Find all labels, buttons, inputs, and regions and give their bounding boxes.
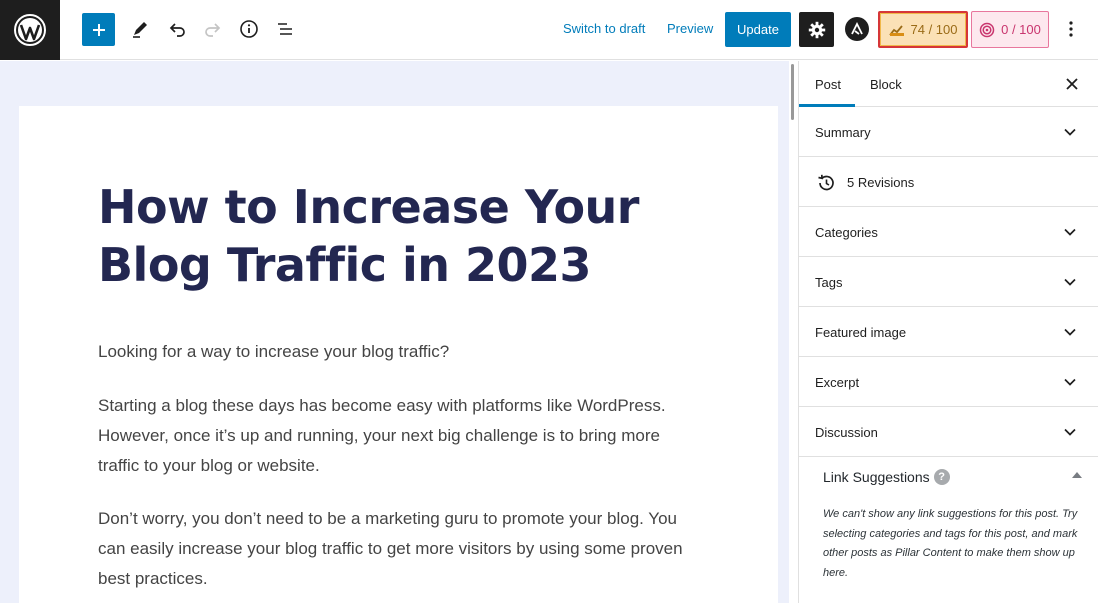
panel-featured-image[interactable]: Featured image — [799, 307, 1098, 357]
chevron-down-icon — [1064, 378, 1076, 386]
seo-chart-icon — [888, 24, 904, 36]
link-suggestions-title: Link Suggestions — [823, 469, 930, 485]
editor-toolbar: Switch to draft Preview Update 74 / 100 … — [0, 0, 1098, 60]
list-view-icon — [278, 23, 292, 35]
tab-block[interactable]: Block — [870, 77, 902, 92]
link-suggestions-message: We can't show any link suggestions for t… — [823, 508, 1078, 579]
astra-settings-button[interactable] — [845, 17, 869, 41]
list-view-button[interactable] — [268, 12, 302, 46]
chevron-down-icon — [1064, 428, 1076, 436]
panel-label: Summary — [815, 125, 871, 140]
readability-score-button[interactable]: 0 / 100 — [971, 11, 1049, 48]
seo-score-value: 74 / 100 — [910, 22, 958, 37]
tools-pencil-button[interactable] — [123, 12, 157, 46]
panel-tags[interactable]: Tags — [799, 257, 1098, 307]
panel-discussion[interactable]: Discussion — [799, 407, 1098, 457]
chevron-down-icon — [1064, 328, 1076, 336]
update-button[interactable]: Update — [725, 12, 791, 47]
history-icon — [818, 174, 834, 191]
panel-label: Excerpt — [815, 375, 860, 390]
paragraph-block[interactable]: Don’t worry, you don’t need to be a mark… — [98, 504, 698, 594]
astra-icon — [851, 22, 863, 35]
more-options-button[interactable] — [1060, 14, 1082, 44]
settings-sidebar: Post Block Summary 5 Revisions Categorie… — [798, 61, 1098, 603]
panel-categories[interactable]: Categories — [799, 207, 1098, 257]
link-suggestions-header[interactable]: Link Suggestions ? — [823, 469, 950, 485]
close-sidebar-button[interactable] — [1061, 73, 1083, 95]
chevron-down-icon — [1064, 228, 1076, 236]
help-icon[interactable]: ? — [933, 469, 950, 485]
paragraph-block[interactable]: Looking for a way to increase your blog … — [98, 337, 698, 367]
chevron-down-icon — [1064, 128, 1076, 136]
readability-score-value: 0 / 100 — [1001, 22, 1041, 37]
undo-icon — [169, 23, 185, 37]
preview-button[interactable]: Preview — [667, 21, 713, 36]
plus-icon — [92, 23, 105, 36]
details-button[interactable] — [232, 12, 266, 46]
add-block-button[interactable] — [82, 13, 115, 46]
vertical-ellipsis-icon — [1069, 21, 1073, 37]
redo-button[interactable] — [196, 12, 230, 46]
tab-post[interactable]: Post — [815, 77, 841, 92]
panel-excerpt[interactable]: Excerpt — [799, 357, 1098, 407]
panel-revisions[interactable]: 5 Revisions — [799, 157, 1098, 207]
readability-target-icon — [979, 22, 995, 37]
panel-label: Tags — [815, 275, 843, 290]
revisions-label: 5 Revisions — [847, 175, 915, 190]
collapse-arrow-icon[interactable] — [1072, 472, 1082, 478]
sidebar-tabs: Post Block — [799, 61, 1098, 107]
seo-score-button[interactable]: 74 / 100 — [878, 11, 968, 48]
editor-scrollbar[interactable] — [791, 64, 794, 120]
chevron-down-icon — [1064, 278, 1076, 286]
panel-label: Featured image — [815, 325, 907, 340]
redo-icon — [205, 23, 221, 37]
paragraph-block[interactable]: Starting a blog these days has become ea… — [98, 391, 698, 481]
close-icon — [1066, 78, 1078, 90]
panel-label: Categories — [815, 225, 878, 240]
pencil-icon — [133, 22, 147, 38]
gear-icon — [808, 21, 825, 38]
info-icon — [240, 20, 258, 38]
switch-to-draft-button[interactable]: Switch to draft — [563, 21, 645, 36]
undo-button[interactable] — [160, 12, 194, 46]
wordpress-logo-icon[interactable] — [0, 0, 60, 60]
settings-button[interactable] — [799, 12, 834, 47]
post-title[interactable]: How to Increase Your Blog Traffic in 202… — [98, 178, 698, 294]
panel-summary[interactable]: Summary — [799, 107, 1098, 157]
panel-label: Discussion — [815, 425, 878, 440]
